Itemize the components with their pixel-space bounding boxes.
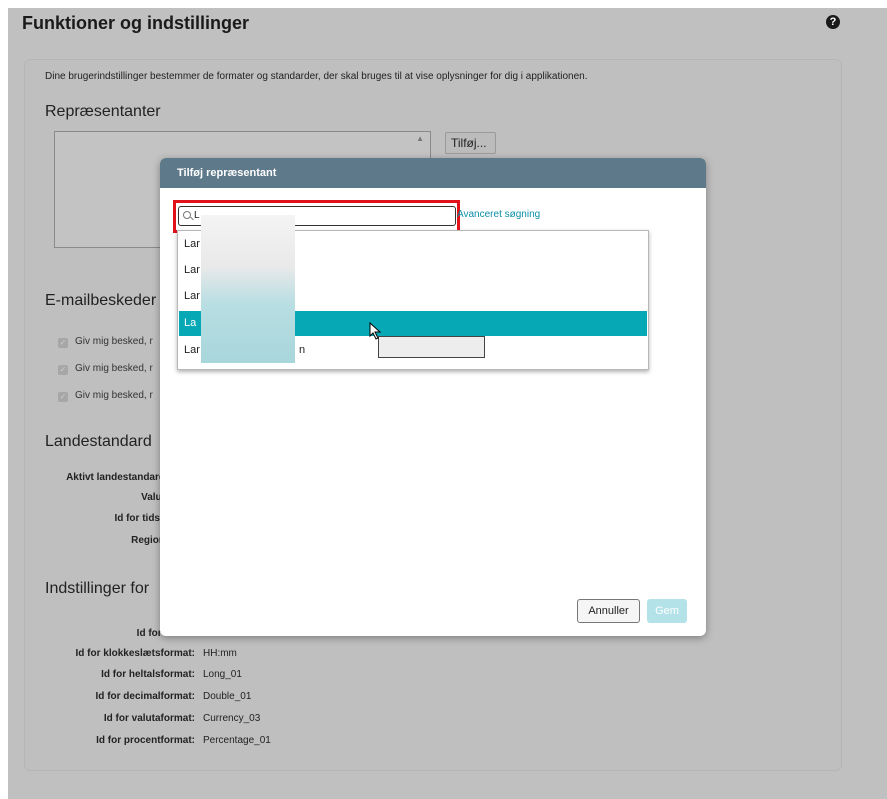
email-checkbox-row[interactable]: ✓ Giv mig besked, r xyxy=(58,336,153,348)
page-title: Funktioner og indstillinger xyxy=(22,13,249,33)
result-item-tail: n xyxy=(299,344,306,356)
mouse-pointer-icon xyxy=(369,322,382,340)
checkbox[interactable]: ✓ xyxy=(58,365,68,375)
redacted-region xyxy=(201,215,295,363)
format-value: Double_01 xyxy=(203,691,252,702)
format-value: Long_01 xyxy=(203,669,242,680)
question-circle-icon[interactable]: ? xyxy=(826,15,840,29)
save-button[interactable]: Gem xyxy=(647,599,687,623)
dialog-title: Tilføj repræsentant xyxy=(160,158,706,188)
add-representative-button[interactable]: Tilføj... xyxy=(445,132,496,154)
email-checkbox-row[interactable]: ✓ Giv mig besked, r xyxy=(58,363,153,375)
format-label: Id for decimalformat: xyxy=(95,691,195,702)
tooltip-box xyxy=(378,336,485,358)
format-value: Currency_03 xyxy=(203,713,261,724)
format-label: Id for heltalsformat: xyxy=(101,669,195,680)
checkbox[interactable]: ✓ xyxy=(58,338,68,348)
add-representative-dialog: Tilføj repræsentant L Avanceret søgning … xyxy=(160,158,706,636)
scroll-up-icon[interactable]: ▲ xyxy=(416,134,424,143)
checkbox-label: Giv mig besked, r xyxy=(75,363,153,374)
locale-label: Id for tidsz xyxy=(114,513,165,524)
result-item-label: Lar xyxy=(184,344,200,356)
email-checkbox-row[interactable]: ✓ Giv mig besked, r xyxy=(58,390,153,402)
checkbox-label: Giv mig besked, r xyxy=(75,390,153,401)
checkbox[interactable]: ✓ xyxy=(58,392,68,402)
format-label: Id for procentformat: xyxy=(96,735,195,746)
format-value: Percentage_01 xyxy=(203,735,271,746)
locale-label: Aktivt landestandard xyxy=(66,472,165,483)
formats-heading: Indstillinger for xyxy=(45,580,150,597)
email-heading: E-mailbeskeder xyxy=(45,292,157,309)
locale-heading: Landestandard xyxy=(45,433,152,450)
advanced-search-link[interactable]: Avanceret søgning xyxy=(457,209,540,220)
cancel-button[interactable]: Annuller xyxy=(577,599,640,623)
format-value: HH:mm xyxy=(203,648,237,659)
format-label: Id for valutaformat: xyxy=(103,713,195,724)
representatives-heading: Repræsentanter xyxy=(45,103,161,120)
format-label: Id for klokkeslætsformat: xyxy=(75,648,195,659)
intro-text: Dine brugerindstillinger bestemmer de fo… xyxy=(45,71,588,82)
checkbox-label: Giv mig besked, r xyxy=(75,336,153,347)
